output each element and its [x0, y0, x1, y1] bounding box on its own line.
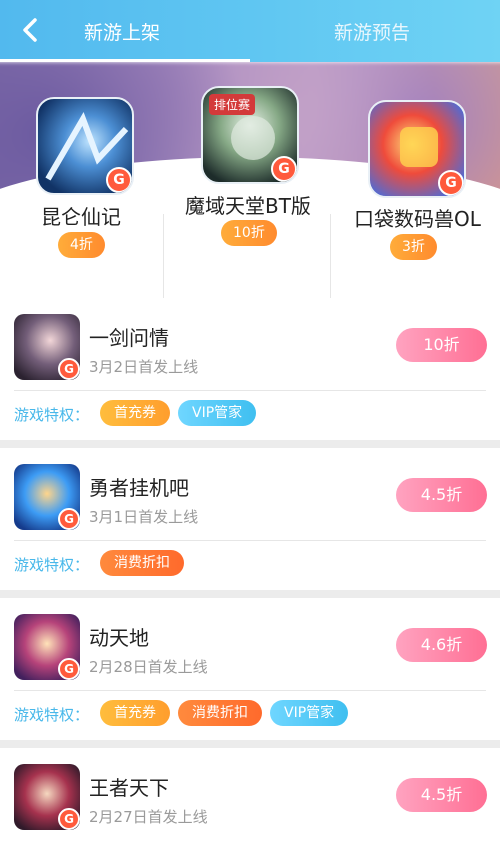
perk-label: 游戏特权： [14, 706, 90, 724]
top-bar: 新游上架 新游预告 [0, 0, 500, 62]
discount-button[interactable]: 10折 [396, 328, 487, 362]
perk-list: 消费折扣 [100, 550, 184, 576]
game-name: 勇者挂机吧 [89, 476, 189, 500]
perk-label: 游戏特权： [14, 556, 90, 574]
perk-list: 首充券 VIP管家 [100, 400, 257, 426]
discount-button[interactable]: 4.5折 [396, 478, 487, 512]
g-badge-icon: G [271, 156, 297, 182]
game-name: 一剑问情 [89, 326, 169, 350]
release-date: 2月27日首发上线 [89, 808, 208, 826]
perk-consumption-discount[interactable]: 消费折扣 [100, 550, 184, 576]
discount-button[interactable]: 4.6折 [396, 628, 487, 662]
discount-badge: 10折 [221, 220, 277, 246]
game-card[interactable]: G 王者天下 2月27日首发上线 4.5折 [0, 748, 500, 856]
discount-badge: 3折 [390, 234, 437, 260]
release-date: 3月2日首发上线 [89, 358, 199, 376]
game-name: 王者天下 [89, 776, 169, 800]
perk-label: 游戏特权： [14, 406, 90, 424]
game-icon[interactable]: G [36, 97, 134, 195]
featured-divider [163, 214, 164, 298]
g-badge-icon: G [58, 358, 80, 380]
game-icon[interactable]: G [14, 314, 80, 380]
game-card[interactable]: G 动天地 2月28日首发上线 4.6折 游戏特权： 首充券 消费折扣 VIP管… [0, 598, 500, 740]
game-card[interactable]: G 勇者挂机吧 3月1日首发上线 4.5折 游戏特权： 消费折扣 [0, 448, 500, 590]
g-badge-icon: G [58, 508, 80, 530]
rank-tag: 排位赛 [209, 94, 256, 115]
discount-button[interactable]: 4.5折 [396, 778, 487, 812]
g-badge-icon: G [58, 658, 80, 680]
featured-game-name: 魔域天堂BT版 [185, 194, 311, 218]
featured-game-name: 昆仑仙记 [41, 205, 121, 229]
tab-new-games[interactable]: 新游上架 [84, 18, 160, 45]
g-badge-icon: G [58, 808, 80, 830]
perk-vip-manager[interactable]: VIP管家 [270, 700, 349, 726]
perk-first-recharge-coupon[interactable]: 首充券 [100, 700, 170, 726]
tab-upcoming-games[interactable]: 新游预告 [334, 18, 410, 45]
card-divider [14, 540, 486, 541]
perk-first-recharge-coupon[interactable]: 首充券 [100, 400, 170, 426]
g-badge-icon: G [106, 167, 132, 193]
game-card[interactable]: G 一剑问情 3月2日首发上线 10折 游戏特权： 首充券 VIP管家 [0, 298, 500, 440]
game-icon[interactable]: 排位赛 G [201, 86, 299, 184]
game-icon[interactable]: G [368, 100, 466, 198]
game-icon[interactable]: G [14, 614, 80, 680]
perk-consumption-discount[interactable]: 消费折扣 [178, 700, 262, 726]
release-date: 2月28日首发上线 [89, 658, 208, 676]
discount-badge: 4折 [58, 232, 105, 258]
perk-vip-manager[interactable]: VIP管家 [178, 400, 257, 426]
perk-list: 首充券 消费折扣 VIP管家 [100, 700, 349, 726]
game-icon[interactable]: G [14, 764, 80, 830]
featured-divider [330, 214, 331, 298]
card-divider [14, 690, 486, 691]
card-divider [14, 390, 486, 391]
game-name: 动天地 [89, 626, 149, 650]
g-badge-icon: G [438, 170, 464, 196]
release-date: 3月1日首发上线 [89, 508, 199, 526]
game-icon[interactable]: G [14, 464, 80, 530]
featured-game-name: 口袋数码兽OL [354, 207, 481, 231]
chevron-left-icon[interactable] [16, 15, 46, 45]
featured-banner: G 昆仑仙记 4折 排位赛 G 魔域天堂BT版 10折 G 口袋数码兽OL 3折 [0, 62, 500, 298]
